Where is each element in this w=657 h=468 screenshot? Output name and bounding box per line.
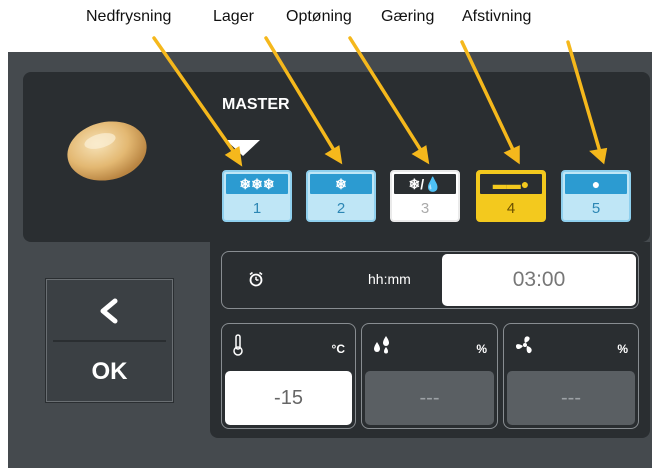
annotation-arrows bbox=[152, 36, 608, 167]
arrow-head-icon bbox=[411, 145, 430, 165]
arrow-optoning bbox=[348, 36, 424, 154]
arrow-lager bbox=[264, 36, 337, 154]
arrow-head-icon bbox=[224, 146, 243, 167]
arrow-head-icon bbox=[589, 147, 608, 165]
arrow-nedfrysning bbox=[152, 36, 238, 157]
arrow-afstivning bbox=[566, 40, 602, 154]
arrow-head-icon bbox=[324, 145, 343, 165]
arrow-gaering bbox=[460, 40, 516, 154]
arrow-head-icon bbox=[503, 145, 520, 165]
